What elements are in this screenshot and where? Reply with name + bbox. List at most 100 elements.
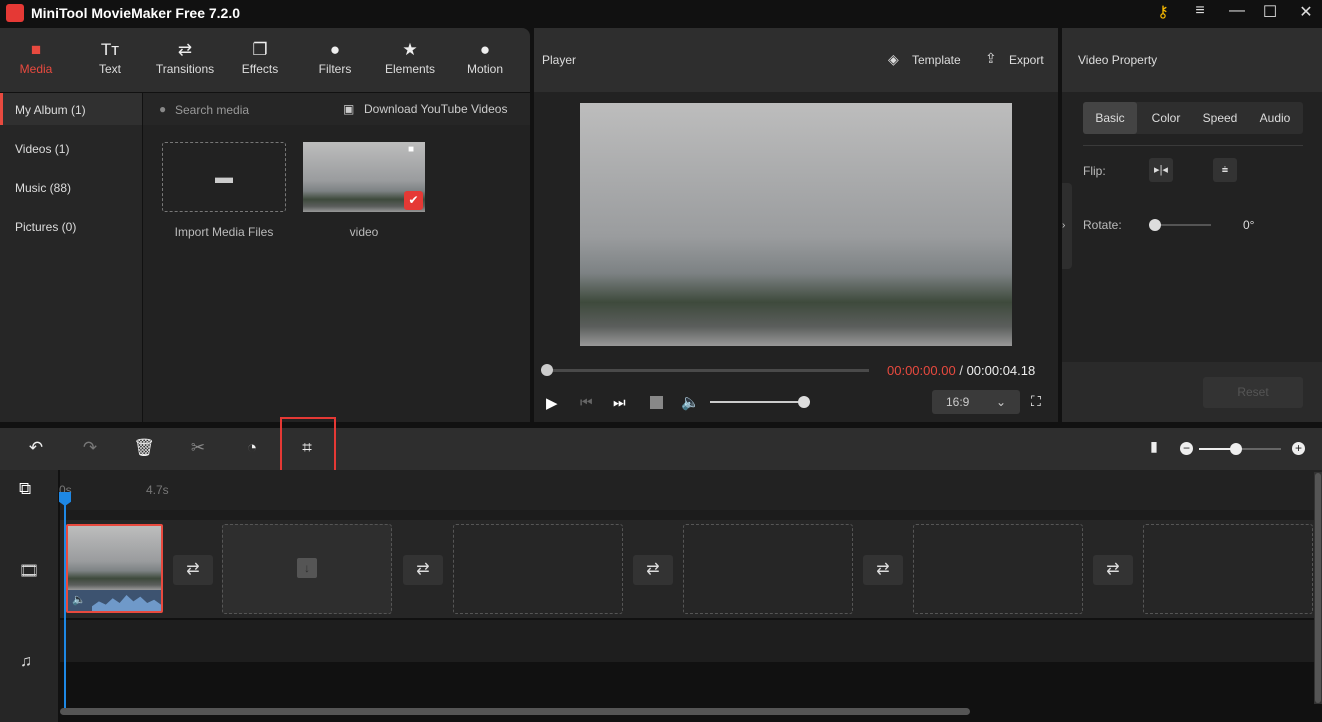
tab-speed[interactable]: Speed	[1193, 102, 1247, 134]
maximize-icon[interactable]: ☐	[1258, 2, 1282, 22]
tab-motion[interactable]: ● Motion	[450, 40, 520, 76]
audio-track	[60, 620, 1314, 662]
sidebar-item-my-album[interactable]: My Album (1)	[0, 93, 142, 125]
ruler-spacer	[60, 510, 1314, 520]
export-button[interactable]: Export	[1009, 53, 1044, 67]
transition-slot[interactable]: ⇄	[173, 555, 213, 585]
zoom-in-icon[interactable]: +	[1292, 442, 1305, 455]
close-icon[interactable]: ✕	[1294, 2, 1318, 22]
tab-elements[interactable]: ★ Elements	[375, 40, 445, 76]
reset-button[interactable]: Reset	[1203, 377, 1303, 408]
add-track-icon[interactable]: ⧉	[19, 479, 31, 499]
layers-icon: ◈	[888, 51, 899, 67]
app-logo	[6, 4, 24, 22]
minimize-icon[interactable]: —	[1225, 2, 1249, 20]
total-time: 00:00:04.18	[966, 363, 1036, 378]
zoom-out-icon[interactable]: −	[1180, 442, 1193, 455]
elements-icon: ★	[402, 40, 418, 59]
tab-text[interactable]: Tт Text	[75, 40, 145, 76]
transition-slot[interactable]: ⇄	[403, 555, 443, 585]
volume-handle[interactable]	[798, 396, 810, 408]
next-frame-icon[interactable]: ⏭	[613, 394, 626, 411]
horizontal-scrollbar[interactable]	[60, 708, 970, 715]
playhead[interactable]	[64, 494, 66, 708]
tab-transitions[interactable]: ⇄ Transitions	[150, 40, 220, 76]
progress-handle[interactable]	[541, 364, 553, 376]
current-time: 00:00:00.00	[887, 363, 956, 378]
tab-media[interactable]: ■ Media	[1, 40, 71, 76]
menu-icon[interactable]: ≡	[1188, 2, 1212, 20]
flip-vertical-icon[interactable]: ⩧	[1213, 158, 1237, 182]
player-header	[534, 28, 1058, 92]
property-tabs: Basic Color Speed Audio	[1083, 102, 1303, 134]
drop-clip-slot[interactable]: ↓	[222, 524, 392, 614]
collapse-panel-icon[interactable]: ›	[1062, 183, 1072, 269]
empty-clip-slot[interactable]	[1143, 524, 1313, 614]
speed-icon[interactable]: ◔	[240, 438, 264, 458]
fullscreen-icon[interactable]: ⛶	[1031, 393, 1041, 410]
timeline-zoom-handle[interactable]	[1230, 443, 1242, 455]
play-icon[interactable]: ▶	[546, 394, 558, 412]
video-preview	[580, 103, 1012, 346]
key-icon[interactable]: ⚷	[1151, 2, 1175, 22]
import-media-label: Import Media Files	[174, 225, 274, 239]
empty-clip-slot[interactable]	[453, 524, 623, 614]
player-title: Player	[542, 53, 577, 67]
fit-timeline-icon[interactable]: ▮	[1142, 438, 1166, 455]
track-headers	[0, 470, 58, 722]
volume-slider[interactable]	[710, 401, 804, 403]
previous-frame-icon[interactable]: ⏮	[580, 394, 593, 411]
download-youtube-button[interactable]: Download YouTube Videos	[364, 102, 507, 116]
youtube-download-icon: ▣	[343, 102, 355, 116]
delete-icon[interactable]: 🗑	[132, 438, 156, 458]
checkmark-icon[interactable]: ✔	[404, 191, 423, 210]
tab-audio[interactable]: Audio	[1247, 102, 1303, 134]
transition-slot[interactable]: ⇄	[863, 555, 903, 585]
camera-icon: ■	[408, 144, 415, 155]
ruler-label: 4.7s	[146, 483, 169, 497]
download-icon: ↓	[297, 558, 317, 578]
transitions-icon: ⇄	[177, 40, 193, 59]
divider	[1083, 145, 1303, 146]
music-track-icon: ♫	[20, 653, 32, 670]
transition-slot[interactable]: ⇄	[633, 555, 673, 585]
stop-icon[interactable]	[650, 396, 663, 409]
folder-icon: ■	[30, 40, 42, 59]
timeline-ruler[interactable]	[60, 470, 1322, 510]
undo-icon[interactable]: ↶	[24, 438, 48, 458]
volume-icon[interactable]: 🔈	[681, 393, 700, 411]
tab-color[interactable]: Color	[1139, 102, 1193, 134]
video-clip[interactable]: 🔈	[66, 524, 163, 613]
template-button[interactable]: Template	[912, 53, 961, 67]
search-input[interactable]: Search media	[175, 103, 249, 117]
redo-icon[interactable]: ↷	[78, 438, 102, 458]
folder-icon: ▬	[215, 167, 233, 187]
split-icon[interactable]: ✂	[186, 438, 210, 458]
aspect-ratio-select[interactable]: 16:9 ⌄	[932, 390, 1020, 414]
video-track-icon: 🎞	[19, 563, 40, 580]
app-title: MiniTool MovieMaker Free 7.2.0	[31, 5, 241, 21]
progress-track[interactable]	[546, 369, 869, 372]
search-icon: ●	[159, 102, 167, 116]
tab-effects[interactable]: ❐ Effects	[225, 40, 295, 76]
aspect-ratio-value: 16:9	[946, 395, 970, 409]
transition-slot[interactable]: ⇄	[1093, 555, 1133, 585]
vertical-scrollbar[interactable]	[1314, 472, 1322, 704]
tab-basic[interactable]: Basic	[1083, 102, 1137, 134]
motion-icon: ●	[479, 40, 491, 59]
rotate-handle[interactable]	[1149, 219, 1161, 231]
rotate-slider[interactable]	[1155, 224, 1211, 226]
crop-icon[interactable]: ⌗	[295, 438, 319, 458]
clip-volume-icon[interactable]: 🔈	[72, 593, 86, 606]
import-media-button[interactable]: ▬	[162, 142, 286, 212]
flip-horizontal-icon[interactable]: ▸|◂	[1149, 158, 1173, 182]
video-label: video	[349, 225, 379, 239]
text-icon: Tт	[100, 40, 120, 59]
sidebar-item-videos[interactable]: Videos (1)	[0, 132, 142, 164]
tab-filters[interactable]: ● Filters	[300, 40, 370, 76]
empty-clip-slot[interactable]	[913, 524, 1083, 614]
rotate-value: 0°	[1243, 218, 1255, 232]
sidebar-item-pictures[interactable]: Pictures (0)	[0, 210, 142, 242]
sidebar-item-music[interactable]: Music (88)	[0, 171, 142, 203]
empty-clip-slot[interactable]	[683, 524, 853, 614]
